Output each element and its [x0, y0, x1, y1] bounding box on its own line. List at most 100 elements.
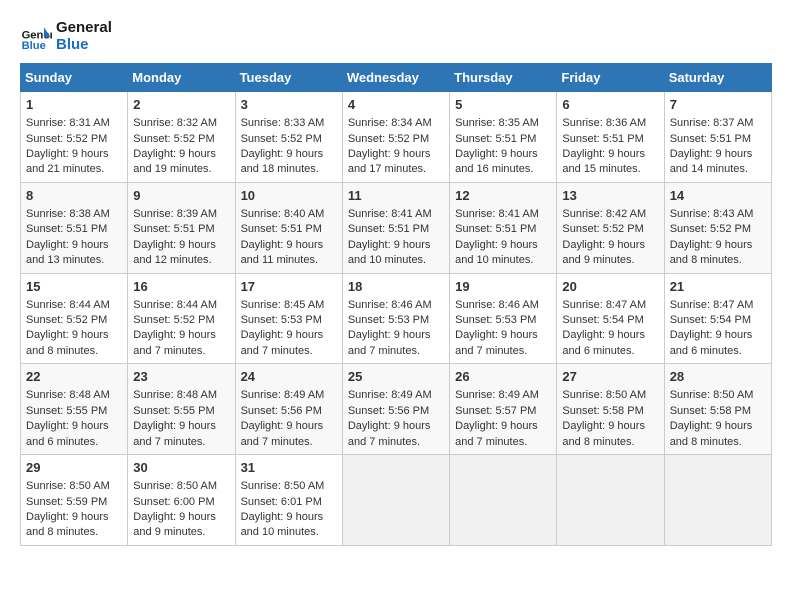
daylight-label: Daylight: 9 hours and 6 minutes.	[562, 329, 645, 356]
day-number: 18	[348, 278, 444, 296]
sunrise-label: Sunrise: 8:40 AM	[241, 208, 325, 220]
calendar-cell	[557, 455, 664, 546]
day-number: 8	[26, 187, 122, 205]
daylight-label: Daylight: 9 hours and 8 minutes.	[26, 329, 109, 356]
day-number: 21	[670, 278, 766, 296]
day-number: 10	[241, 187, 337, 205]
day-number: 27	[562, 368, 658, 386]
sunset-label: Sunset: 5:53 PM	[241, 314, 322, 326]
sunset-label: Sunset: 5:56 PM	[348, 405, 429, 417]
daylight-label: Daylight: 9 hours and 7 minutes.	[133, 420, 216, 447]
sunrise-label: Sunrise: 8:45 AM	[241, 299, 325, 311]
sunset-label: Sunset: 5:55 PM	[26, 405, 107, 417]
calendar-cell	[342, 455, 449, 546]
sunrise-label: Sunrise: 8:50 AM	[670, 389, 754, 401]
daylight-label: Daylight: 9 hours and 8 minutes.	[562, 420, 645, 447]
day-number: 24	[241, 368, 337, 386]
day-number: 13	[562, 187, 658, 205]
day-number: 28	[670, 368, 766, 386]
day-number: 1	[26, 96, 122, 114]
day-number: 17	[241, 278, 337, 296]
calendar-cell: 31 Sunrise: 8:50 AM Sunset: 6:01 PM Dayl…	[235, 455, 342, 546]
calendar-cell: 11 Sunrise: 8:41 AM Sunset: 5:51 PM Dayl…	[342, 182, 449, 273]
calendar-cell: 24 Sunrise: 8:49 AM Sunset: 5:56 PM Dayl…	[235, 364, 342, 455]
daylight-label: Daylight: 9 hours and 14 minutes.	[670, 148, 753, 175]
calendar-cell: 1 Sunrise: 8:31 AM Sunset: 5:52 PM Dayli…	[21, 92, 128, 183]
day-number: 2	[133, 96, 229, 114]
sunrise-label: Sunrise: 8:42 AM	[562, 208, 646, 220]
sunset-label: Sunset: 5:52 PM	[133, 133, 214, 145]
daylight-label: Daylight: 9 hours and 8 minutes.	[26, 511, 109, 538]
sunset-label: Sunset: 5:54 PM	[562, 314, 643, 326]
calendar-cell	[450, 455, 557, 546]
calendar-cell: 5 Sunrise: 8:35 AM Sunset: 5:51 PM Dayli…	[450, 92, 557, 183]
sunrise-label: Sunrise: 8:50 AM	[562, 389, 646, 401]
weekday-header-wednesday: Wednesday	[342, 64, 449, 92]
sunrise-label: Sunrise: 8:37 AM	[670, 117, 754, 129]
sunset-label: Sunset: 5:51 PM	[26, 223, 107, 235]
day-number: 29	[26, 459, 122, 477]
calendar-cell: 26 Sunrise: 8:49 AM Sunset: 5:57 PM Dayl…	[450, 364, 557, 455]
sunrise-label: Sunrise: 8:41 AM	[455, 208, 539, 220]
daylight-label: Daylight: 9 hours and 12 minutes.	[133, 239, 216, 266]
day-number: 4	[348, 96, 444, 114]
sunset-label: Sunset: 5:51 PM	[455, 133, 536, 145]
logo-icon: General Blue	[20, 21, 52, 53]
sunset-label: Sunset: 5:52 PM	[241, 133, 322, 145]
daylight-label: Daylight: 9 hours and 15 minutes.	[562, 148, 645, 175]
calendar-cell: 4 Sunrise: 8:34 AM Sunset: 5:52 PM Dayli…	[342, 92, 449, 183]
sunset-label: Sunset: 5:51 PM	[348, 223, 429, 235]
sunset-label: Sunset: 5:53 PM	[348, 314, 429, 326]
sunrise-label: Sunrise: 8:43 AM	[670, 208, 754, 220]
day-number: 30	[133, 459, 229, 477]
daylight-label: Daylight: 9 hours and 8 minutes.	[670, 420, 753, 447]
daylight-label: Daylight: 9 hours and 6 minutes.	[26, 420, 109, 447]
daylight-label: Daylight: 9 hours and 7 minutes.	[348, 329, 431, 356]
daylight-label: Daylight: 9 hours and 16 minutes.	[455, 148, 538, 175]
daylight-label: Daylight: 9 hours and 7 minutes.	[241, 329, 324, 356]
sunset-label: Sunset: 5:58 PM	[670, 405, 751, 417]
sunset-label: Sunset: 5:53 PM	[455, 314, 536, 326]
sunset-label: Sunset: 5:51 PM	[670, 133, 751, 145]
daylight-label: Daylight: 9 hours and 7 minutes.	[455, 329, 538, 356]
sunrise-label: Sunrise: 8:48 AM	[133, 389, 217, 401]
sunset-label: Sunset: 5:52 PM	[562, 223, 643, 235]
sunset-label: Sunset: 5:56 PM	[241, 405, 322, 417]
calendar-cell: 21 Sunrise: 8:47 AM Sunset: 5:54 PM Dayl…	[664, 273, 771, 364]
calendar-cell: 27 Sunrise: 8:50 AM Sunset: 5:58 PM Dayl…	[557, 364, 664, 455]
sunrise-label: Sunrise: 8:41 AM	[348, 208, 432, 220]
daylight-label: Daylight: 9 hours and 7 minutes.	[348, 420, 431, 447]
sunrise-label: Sunrise: 8:32 AM	[133, 117, 217, 129]
daylight-label: Daylight: 9 hours and 7 minutes.	[455, 420, 538, 447]
sunset-label: Sunset: 5:51 PM	[241, 223, 322, 235]
calendar-cell: 3 Sunrise: 8:33 AM Sunset: 5:52 PM Dayli…	[235, 92, 342, 183]
sunrise-label: Sunrise: 8:34 AM	[348, 117, 432, 129]
weekday-header-saturday: Saturday	[664, 64, 771, 92]
calendar-cell	[664, 455, 771, 546]
day-number: 12	[455, 187, 551, 205]
calendar-cell: 8 Sunrise: 8:38 AM Sunset: 5:51 PM Dayli…	[21, 182, 128, 273]
sunrise-label: Sunrise: 8:47 AM	[562, 299, 646, 311]
day-number: 9	[133, 187, 229, 205]
weekday-header-monday: Monday	[128, 64, 235, 92]
calendar-cell: 10 Sunrise: 8:40 AM Sunset: 5:51 PM Dayl…	[235, 182, 342, 273]
calendar-cell: 17 Sunrise: 8:45 AM Sunset: 5:53 PM Dayl…	[235, 273, 342, 364]
sunset-label: Sunset: 5:52 PM	[26, 133, 107, 145]
day-number: 6	[562, 96, 658, 114]
sunrise-label: Sunrise: 8:46 AM	[348, 299, 432, 311]
sunrise-label: Sunrise: 8:33 AM	[241, 117, 325, 129]
sunset-label: Sunset: 5:52 PM	[348, 133, 429, 145]
daylight-label: Daylight: 9 hours and 19 minutes.	[133, 148, 216, 175]
calendar-cell: 9 Sunrise: 8:39 AM Sunset: 5:51 PM Dayli…	[128, 182, 235, 273]
calendar-cell: 6 Sunrise: 8:36 AM Sunset: 5:51 PM Dayli…	[557, 92, 664, 183]
day-number: 16	[133, 278, 229, 296]
day-number: 20	[562, 278, 658, 296]
sunset-label: Sunset: 6:00 PM	[133, 496, 214, 508]
daylight-label: Daylight: 9 hours and 8 minutes.	[670, 239, 753, 266]
calendar-cell: 28 Sunrise: 8:50 AM Sunset: 5:58 PM Dayl…	[664, 364, 771, 455]
calendar-cell: 25 Sunrise: 8:49 AM Sunset: 5:56 PM Dayl…	[342, 364, 449, 455]
sunrise-label: Sunrise: 8:50 AM	[241, 480, 325, 492]
sunrise-label: Sunrise: 8:50 AM	[133, 480, 217, 492]
weekday-header-sunday: Sunday	[21, 64, 128, 92]
weekday-header-friday: Friday	[557, 64, 664, 92]
